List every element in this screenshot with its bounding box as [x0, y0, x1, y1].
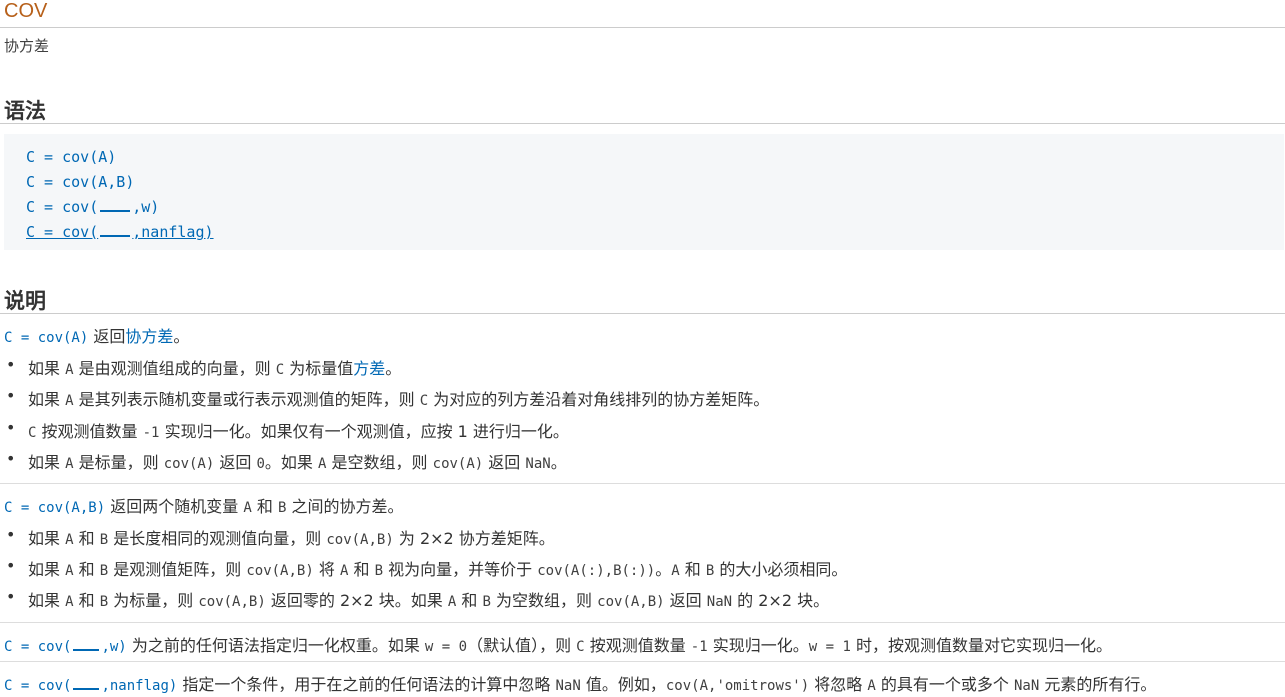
section-divider — [0, 622, 1285, 623]
bullet-icon: • — [6, 449, 16, 468]
list-item: 如果 A 和 B 为标量，则 cov(A,B) 返回零的 2×2 块。如果 A … — [28, 591, 830, 610]
placeholder-blank — [73, 637, 100, 651]
syntax-link[interactable]: C = cov(,nanflag) — [4, 678, 177, 694]
syntax-line-2[interactable]: C = cov(A,B) — [26, 173, 134, 191]
page-title: COV — [4, 0, 48, 22]
section-divider — [0, 661, 1285, 662]
title-divider — [0, 27, 1285, 28]
list-item: C 按观测值数量 -1 实现归一化。如果仅有一个观测值，应按 1 进行归一化。 — [28, 422, 569, 441]
covariance-link[interactable]: 协方差 — [125, 327, 173, 346]
syntax-box: C = cov(A) C = cov(A,B) C = cov(,w) C = … — [4, 134, 1284, 250]
description-heading: 说明 — [4, 289, 46, 313]
syntax-heading: 语法 — [4, 99, 46, 123]
bullet-icon: • — [6, 587, 16, 606]
syntax-line-1[interactable]: C = cov(A) — [26, 148, 116, 166]
syntax-link[interactable]: C = cov(A,B) — [4, 500, 105, 516]
list-item: 如果 A 和 B 是观测值矩阵，则 cov(A,B) 将 A 和 B 视为向量，… — [28, 560, 848, 579]
placeholder-blank — [73, 676, 100, 690]
desc-cov-nanflag: C = cov(,nanflag) 指定一个条件，用于在之前的任何语法的计算中忽… — [4, 675, 1157, 694]
section-divider — [0, 483, 1285, 484]
syntax-divider — [0, 123, 1285, 124]
placeholder-blank — [100, 198, 131, 212]
placeholder-blank — [100, 223, 131, 237]
desc-cov-w: C = cov(,w) 为之前的任何语法指定归一化权重。如果 w = 0（默认值… — [4, 636, 1112, 655]
bullet-icon: • — [6, 355, 16, 374]
page-subtitle: 协方差 — [4, 37, 50, 55]
syntax-link[interactable]: C = cov(,w) — [4, 639, 127, 655]
bullet-icon: • — [6, 556, 16, 575]
syntax-line-4[interactable]: C = cov(,nanflag) — [26, 223, 214, 241]
desc-cov-a: C = cov(A) 返回协方差。 — [4, 327, 190, 346]
bullet-icon: • — [6, 418, 16, 437]
syntax-line-3[interactable]: C = cov(,w) — [26, 198, 159, 216]
description-divider — [0, 313, 1285, 314]
list-item: 如果 A 是由观测值组成的向量，则 C 为标量值方差。 — [28, 359, 402, 378]
bullet-icon: • — [6, 525, 16, 544]
syntax-link[interactable]: C = cov(A) — [4, 330, 88, 346]
desc-cov-ab: C = cov(A,B) 返回两个随机变量 A 和 B 之间的协方差。 — [4, 497, 404, 516]
list-item: 如果 A 和 B 是长度相同的观测值向量，则 cov(A,B) 为 2×2 协方… — [28, 529, 555, 548]
variance-link[interactable]: 方差 — [353, 359, 385, 378]
list-item: 如果 A 是标量，则 cov(A) 返回 0。如果 A 是空数组，则 cov(A… — [28, 453, 567, 472]
bullet-icon: • — [6, 386, 16, 405]
list-item: 如果 A 是其列表示随机变量或行表示观测值的矩阵，则 C 为对应的列方差沿着对角… — [28, 390, 770, 409]
